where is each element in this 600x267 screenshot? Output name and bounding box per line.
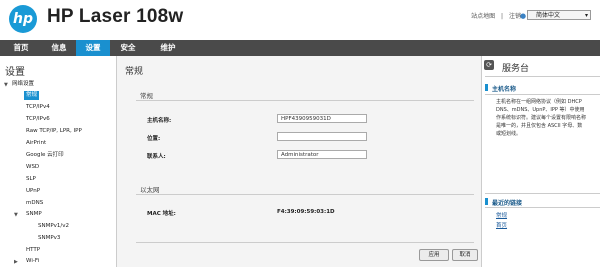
help-section-recent-links: 最近的链接 <box>492 200 523 207</box>
section-marker <box>485 84 488 91</box>
location-input[interactable] <box>277 132 367 141</box>
language-select[interactable]: ● 简体中文 ▾ <box>520 10 591 20</box>
cancel-button[interactable]: 取消 <box>452 249 478 261</box>
contact-input[interactable]: Administrator <box>277 150 367 159</box>
chevron-down-icon: ▾ <box>584 12 588 19</box>
sidebar-item-airprint[interactable]: AirPrint <box>26 139 46 148</box>
sidebar-item-snmpv3[interactable]: SNMPv3 <box>38 234 60 243</box>
main-nav: 首页 信息 设置 安全 维护 <box>0 40 600 56</box>
help-text-line: 主机名称在一组网络协议（例如 DHCP <box>496 99 582 105</box>
hostname-input[interactable]: HPF4390959031D <box>277 114 367 123</box>
sidebar-item-raw-tcpip[interactable]: Raw TCP/IP, LPR, IPP <box>26 127 82 136</box>
expand-icon[interactable]: ▶ <box>14 259 18 265</box>
hostname-label: 主机名称: <box>147 118 172 124</box>
refresh-icon[interactable]: ⟳ <box>484 60 494 70</box>
section-divider <box>136 194 474 195</box>
sidebar-item-slp[interactable]: SLP <box>26 175 36 184</box>
sidebar-title: 设置 <box>5 67 25 78</box>
help-text-line: 或短划线。 <box>496 131 522 137</box>
header: hp HP Laser 108w 站点地图 | 注销 ● 简体中文 ▾ <box>0 0 600 40</box>
top-links: 站点地图 | 注销 <box>469 11 523 20</box>
sidebar-item-network[interactable]: 网络设置 <box>12 80 34 89</box>
hp-logo: hp <box>9 5 37 33</box>
sidebar-item-snmpv1v2[interactable]: SNMPv1/v2 <box>38 222 69 231</box>
link-separator: | <box>501 13 504 20</box>
sidebar-item-snmp[interactable]: SNMP <box>26 210 42 219</box>
general-section-heading: 常规 <box>140 92 153 100</box>
mac-address-value: F4:39:09:59:03:1D <box>277 209 335 215</box>
help-text-line: 作系统标识符。建议每个设置有限响名称 <box>496 115 587 121</box>
product-name: HP Laser 108w <box>47 6 184 27</box>
sidebar-item-http[interactable]: HTTP <box>26 246 40 255</box>
page-title: 常规 <box>125 67 144 77</box>
collapse-icon[interactable]: ▼ <box>4 82 8 88</box>
help-text-line: 是唯一的，并且仅包含 ASCII 字母、数 <box>496 123 583 129</box>
location-label: 位置: <box>147 136 161 142</box>
help-panel: ⟳ 服务台 主机名称 主机名称在一组网络协议（例如 DHCP DNS、mDNS、… <box>481 56 600 267</box>
sidebar-item-google-cloud-print[interactable]: Google 云打印 <box>26 151 64 160</box>
apply-button[interactable]: 应用 <box>419 249 449 261</box>
help-section-hostname: 主机名称 <box>492 86 517 93</box>
ethernet-section-heading: 以太网 <box>140 186 160 194</box>
section-marker <box>485 198 488 205</box>
sitemap-link[interactable]: 站点地图 <box>471 13 495 20</box>
recent-link-general[interactable]: 常规 <box>496 211 507 219</box>
section-divider <box>136 100 474 101</box>
tab-maintenance[interactable]: 维护 <box>146 40 190 56</box>
tab-settings[interactable]: 设置 <box>76 40 110 56</box>
help-divider <box>485 94 600 95</box>
tab-home[interactable]: 首页 <box>0 40 42 56</box>
help-title: 服务台 <box>502 64 530 74</box>
footer-divider <box>136 242 474 243</box>
globe-icon: ● <box>520 12 527 20</box>
help-divider <box>485 207 600 208</box>
sidebar-item-wifi[interactable]: Wi-Fi <box>26 257 39 266</box>
contact-label: 联系人: <box>147 154 166 160</box>
tab-security[interactable]: 安全 <box>110 40 146 56</box>
tab-info[interactable]: 信息 <box>42 40 76 56</box>
help-divider <box>485 76 600 77</box>
help-text: 主机名称在一组网络协议（例如 DHCP DNS、mDNS、UpnP、IPP 等）… <box>496 98 600 138</box>
sidebar: 设置 ▼ 网络设置 常规 TCP/IPv4 TCP/IPv6 Raw TCP/I… <box>0 56 117 267</box>
sidebar-item-tcpipv4[interactable]: TCP/IPv4 <box>26 103 50 112</box>
language-value: 简体中文 <box>536 12 561 19</box>
sidebar-item-mdns[interactable]: mDNS <box>26 199 43 208</box>
help-divider <box>485 193 600 194</box>
recent-link-home[interactable]: 首页 <box>496 221 507 229</box>
sidebar-item-upnp[interactable]: UPnP <box>26 187 40 196</box>
main-panel: 常规 常规 主机名称: HPF4390959031D 位置: 联系人: Admi… <box>117 56 481 267</box>
sidebar-item-wsd[interactable]: WSD <box>26 163 39 172</box>
mac-address-label: MAC 地址: <box>147 211 176 217</box>
collapse-icon[interactable]: ▼ <box>14 212 18 218</box>
sidebar-item-general[interactable]: 常规 <box>24 91 40 100</box>
help-text-line: DNS、mDNS、UpnP、IPP 等）中使用 <box>496 107 585 113</box>
sidebar-item-tcpipv6[interactable]: TCP/IPv6 <box>26 115 50 124</box>
